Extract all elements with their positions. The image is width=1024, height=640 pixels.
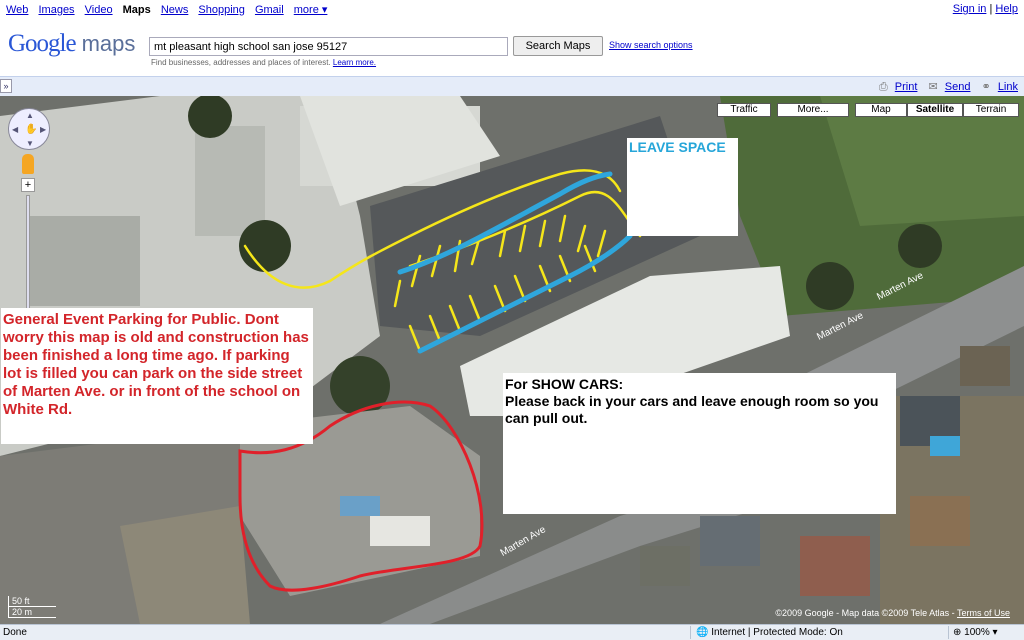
map-type-map-button[interactable]: Map: [855, 103, 907, 117]
logo-maps-suffix: maps: [81, 31, 136, 56]
security-zone[interactable]: 🌐 Internet | Protected Mode: On: [696, 627, 843, 638]
status-divider: [690, 626, 691, 639]
top-nav: Web Images Video Maps News Shopping Gmai…: [0, 0, 1024, 20]
nav-link-web[interactable]: Web: [6, 4, 28, 16]
map-copyright: ©2009 Google - Map data ©2009 Tele Atlas…: [775, 608, 1010, 618]
more-layers-button[interactable]: More...: [777, 103, 849, 117]
leave-space-note: LEAVE SPACE: [627, 138, 738, 236]
nav-link-shopping[interactable]: Shopping: [198, 4, 245, 16]
zoom-level-label: 100%: [964, 627, 990, 638]
search-input[interactable]: [149, 37, 508, 56]
chain-link-icon: ⚭: [981, 81, 991, 93]
toolbar-actions: ⎙ Print ✉ Send ⚭ Link: [871, 80, 1018, 94]
scale-meters: 20 m: [8, 607, 56, 618]
show-cars-note: For SHOW CARS: Please back in your cars …: [503, 373, 896, 514]
pan-down-icon[interactable]: ▼: [26, 139, 34, 148]
terms-of-use-link[interactable]: Terms of Use: [957, 608, 1010, 618]
pan-left-icon[interactable]: ◀: [12, 125, 18, 134]
search-hint: Find businesses, addresses and places of…: [151, 58, 376, 67]
service-links: Web Images Video Maps News Shopping Gmai…: [6, 3, 334, 16]
general-parking-note: General Event Parking for Public. Dont w…: [1, 308, 313, 444]
satellite-map[interactable]: Traffic More... Map Satellite Terrain ▲ …: [0, 96, 1024, 624]
globe-icon: 🌐: [696, 627, 712, 638]
status-done: Done: [3, 627, 27, 638]
account-separator: |: [989, 3, 993, 15]
zoom-level[interactable]: ⊕ 100% ▾: [953, 627, 998, 638]
nav-link-news[interactable]: News: [161, 4, 189, 16]
show-cars-body: Please back in your cars and leave enoug…: [505, 393, 879, 426]
zoom-in-button[interactable]: +: [21, 178, 35, 192]
envelope-icon: ✉: [928, 81, 938, 93]
hand-icon[interactable]: ✋: [25, 124, 37, 135]
pan-right-icon[interactable]: ▶: [40, 125, 46, 134]
sign-in-link[interactable]: Sign in: [953, 3, 987, 15]
expand-panel-icon[interactable]: »: [0, 79, 12, 93]
copyright-text: ©2009 Google - Map data ©2009 Tele Atlas…: [775, 608, 955, 618]
nav-link-maps: Maps: [122, 4, 151, 16]
link-link[interactable]: Link: [998, 81, 1018, 93]
header: Googlemaps Search Maps Show search optio…: [0, 20, 1024, 76]
pan-up-icon[interactable]: ▲: [26, 111, 34, 120]
security-zone-label: Internet | Protected Mode: On: [711, 627, 843, 638]
search-hint-text: Find businesses, addresses and places of…: [151, 58, 331, 67]
street-view-pegman-icon[interactable]: [22, 154, 34, 174]
learn-more-link[interactable]: Learn more.: [333, 58, 376, 67]
help-link[interactable]: Help: [995, 3, 1018, 15]
search-maps-button[interactable]: Search Maps: [513, 36, 603, 56]
nav-link-images[interactable]: Images: [38, 4, 74, 16]
pan-control[interactable]: ▲ ▼ ◀ ▶ ✋: [8, 108, 50, 150]
nav-link-gmail[interactable]: Gmail: [255, 4, 284, 16]
show-search-options-link[interactable]: Show search options: [609, 40, 693, 50]
print-link[interactable]: Print: [895, 81, 918, 93]
traffic-button[interactable]: Traffic: [717, 103, 771, 117]
map-type-terrain-button[interactable]: Terrain: [963, 103, 1019, 117]
map-type-satellite-button[interactable]: Satellite: [907, 103, 963, 117]
show-cars-title: For SHOW CARS:: [505, 376, 624, 392]
printer-icon: ⎙: [878, 81, 888, 93]
account-links: Sign in | Help: [953, 3, 1018, 15]
map-toolbar: » ⎙ Print ✉ Send ⚭ Link: [0, 76, 1024, 96]
send-link[interactable]: Send: [945, 81, 971, 93]
scale-feet: 50 ft: [8, 596, 56, 607]
nav-link-video[interactable]: Video: [85, 4, 113, 16]
status-divider: [948, 626, 949, 639]
google-maps-logo[interactable]: Google maps: [8, 30, 135, 58]
magnifier-icon: ⊕: [953, 627, 965, 638]
map-scale: 50 ft 20 m: [8, 596, 56, 618]
browser-status-bar: Done 🌐 Internet | Protected Mode: On ⊕ 1…: [0, 624, 1024, 640]
logo-wordmark: Google: [8, 30, 77, 57]
nav-link-more[interactable]: more ▾: [294, 4, 328, 16]
chevron-down-icon: ▾: [989, 627, 998, 638]
